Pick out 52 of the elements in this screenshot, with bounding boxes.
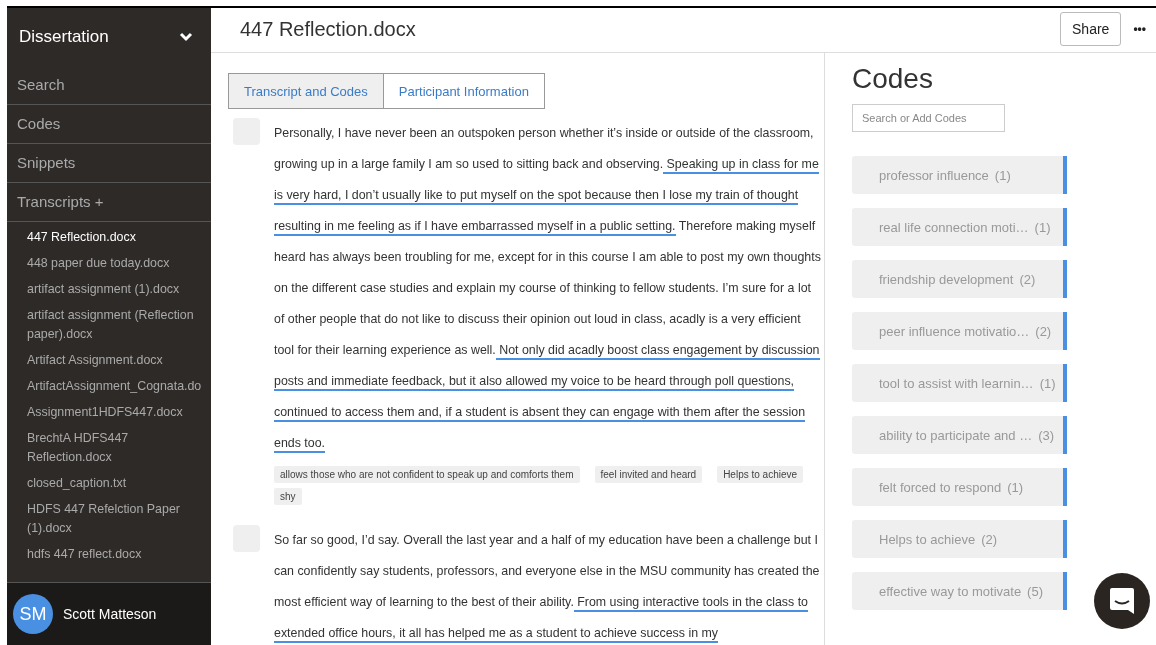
transcript-paragraph: Personally, I have never been an outspoken person whether it’s inside or outside of the classroom, growing up in a large family I am so used to sitting back and observing. Speaking up in class for me is very hard, I don’t usually like to put myself on the spot because then I lose my train of thought resulting in me feeling as if I have embarrassed myself in a public setting. Therefore making myself heard has always been troubling for me, except for in this course I am able to post my own thoughts on the different case studies and explain my course of thinking to fellow students. I’m sure for a lot of other people that do not like to discuss their opinion out loud in class, acadly is a very efficient tool for their learning experience as well. Not only did acadly boost class engagement by discussion posts and immediate feedback, but it also allowed my voice to be heard through poll questions, continued to access them and, if a student is absent they can engage with them after the session ends too. <box>274 118 822 459</box>
code-label: effective way to motivate <box>879 583 1022 599</box>
code-count: (2) <box>1019 271 1036 287</box>
transcript-item[interactable]: Assignment1HDFS447.docx <box>27 403 211 422</box>
code-label: Helps to achieve <box>879 531 976 547</box>
transcript-item[interactable]: artifact assignment (1).docx <box>27 280 211 299</box>
code-count: (3) <box>1038 427 1055 443</box>
nav-item[interactable]: Snippets <box>7 144 211 183</box>
transcript-item[interactable]: BrechtA HDFS447 Reflection.docx <box>27 429 211 467</box>
transcript-item[interactable]: hdfs 447 reflect.docx <box>27 545 211 564</box>
transcript-item[interactable]: ArtifactAssignment_Cognata.do <box>27 377 211 396</box>
share-button[interactable]: Share <box>1060 12 1122 46</box>
code-tag[interactable]: feel invited and heard <box>594 466 703 483</box>
transcript-item[interactable]: closed_caption.txt <box>27 474 211 493</box>
code-count: (1) <box>994 167 1011 183</box>
code-count: (2) <box>981 531 997 547</box>
code-label: friendship development <box>879 271 1014 287</box>
more-button[interactable]: ••• <box>1133 22 1146 36</box>
tab[interactable]: Participant Information <box>383 73 545 109</box>
tab[interactable]: Transcript and Codes <box>228 73 384 109</box>
code-tag[interactable]: allows those who are not confident to speak up and comforts them <box>274 466 580 483</box>
chat-button[interactable] <box>1094 573 1150 629</box>
avatar[interactable]: SM <box>13 594 53 634</box>
code-label: ability to participate and … <box>879 427 1033 443</box>
codes-heading: Codes <box>852 63 934 95</box>
code-tag[interactable]: shy <box>274 488 302 505</box>
code-label: peer influence motivatio… <box>879 323 1030 339</box>
transcript-item[interactable]: Artifact Assignment.docx <box>27 351 211 370</box>
document-title: 447 Reflection.docx <box>240 17 417 41</box>
project-title: Dissertation <box>19 27 109 47</box>
code-label: real life connection moti… <box>879 219 1029 235</box>
nav-item[interactable]: Search <box>7 66 211 105</box>
transcript-item[interactable]: 447 Reflection.docx <box>27 228 211 247</box>
code-label: professor influence <box>879 167 989 183</box>
chat-bubble-icon <box>1109 587 1135 615</box>
code-label: felt forced to respond <box>879 479 1002 495</box>
transcript-item[interactable]: 448 paper due today.docx <box>27 254 211 273</box>
code-search-field[interactable]: Search or Add Codes <box>852 104 1005 132</box>
code-count: (1) <box>1034 219 1051 235</box>
transcript-item[interactable]: HDFS 447 Refelction Paper (1).docx <box>27 500 211 538</box>
transcript-paragraph: So far so good, I’d say. Overall the last year and a half of my education have been a challenge but I can confidently say students, professors, and everyone else in the MSU community has created the most efficient way of learning to the best of their ability. From using interactive tools in the class to extended office hours, it all has helped me as a student to achieve success in my <box>274 525 822 645</box>
code-count: (2) <box>1035 323 1052 339</box>
code-tag[interactable]: Helps to achieve <box>717 466 804 483</box>
user-name: Scott Matteson <box>63 606 157 622</box>
nav-item[interactable]: Codes <box>7 105 211 144</box>
nav-item[interactable]: Transcripts + <box>7 183 211 222</box>
chevron-down-icon[interactable] <box>179 32 193 42</box>
code-count: (1) <box>1039 375 1056 391</box>
code-label: tool to assist with learnin… <box>879 375 1034 391</box>
code-count: (1) <box>1007 479 1024 495</box>
transcript-item[interactable]: artifact assignment (Reflection paper).docx <box>27 306 211 344</box>
code-count: (5) <box>1027 583 1043 599</box>
